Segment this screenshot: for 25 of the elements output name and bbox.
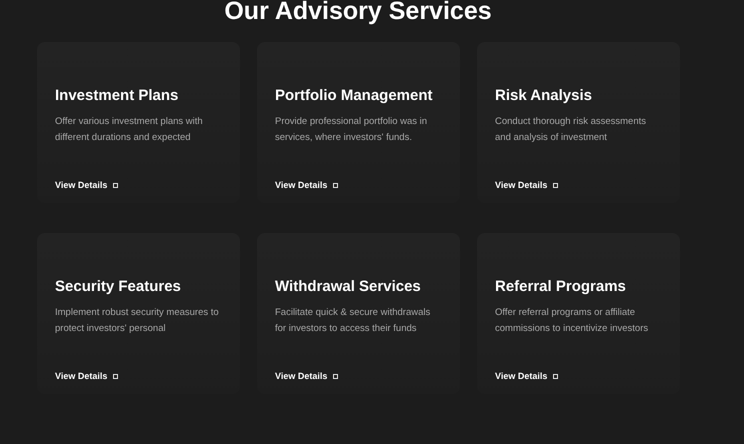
view-details-link[interactable]: View Details [55,179,108,191]
card-title: Portfolio Management [275,87,433,105]
card-description: Facilitate quick & secure withdrawals for investors to access their funds [275,306,432,336]
card-title: Referral Programs [495,278,626,296]
view-details-link[interactable]: View Details [495,370,548,382]
section-heading: Our Advisory Services [224,0,492,23]
card-description: Implement robust security measures to protect investors' personal [55,306,220,336]
card-description: Offer various investment plans with different durations and expected [55,115,204,145]
card-title: Security Features [55,278,181,296]
view-details-link[interactable]: View Details [275,370,328,382]
square-icon [333,374,338,378]
view-details-link[interactable]: View Details [495,179,548,191]
square-icon [333,182,338,188]
card-title: Withdrawal Services [275,278,421,296]
square-icon [553,182,558,188]
card-description: Provide professional portfolio was in services, where investors' funds. [275,115,428,145]
square-icon [113,182,118,188]
card-title: Risk Analysis [495,87,592,105]
view-details-link[interactable]: View Details [275,179,328,191]
card-title: Investment Plans [55,87,178,105]
card-description: Offer referral programs or affiliate commissions to incentivize investors [495,306,650,336]
view-details-link[interactable]: View Details [55,370,108,382]
square-icon [553,374,558,378]
card-description: Conduct thorough risk assessments and analysis of investment [495,115,648,145]
square-icon [113,374,118,378]
